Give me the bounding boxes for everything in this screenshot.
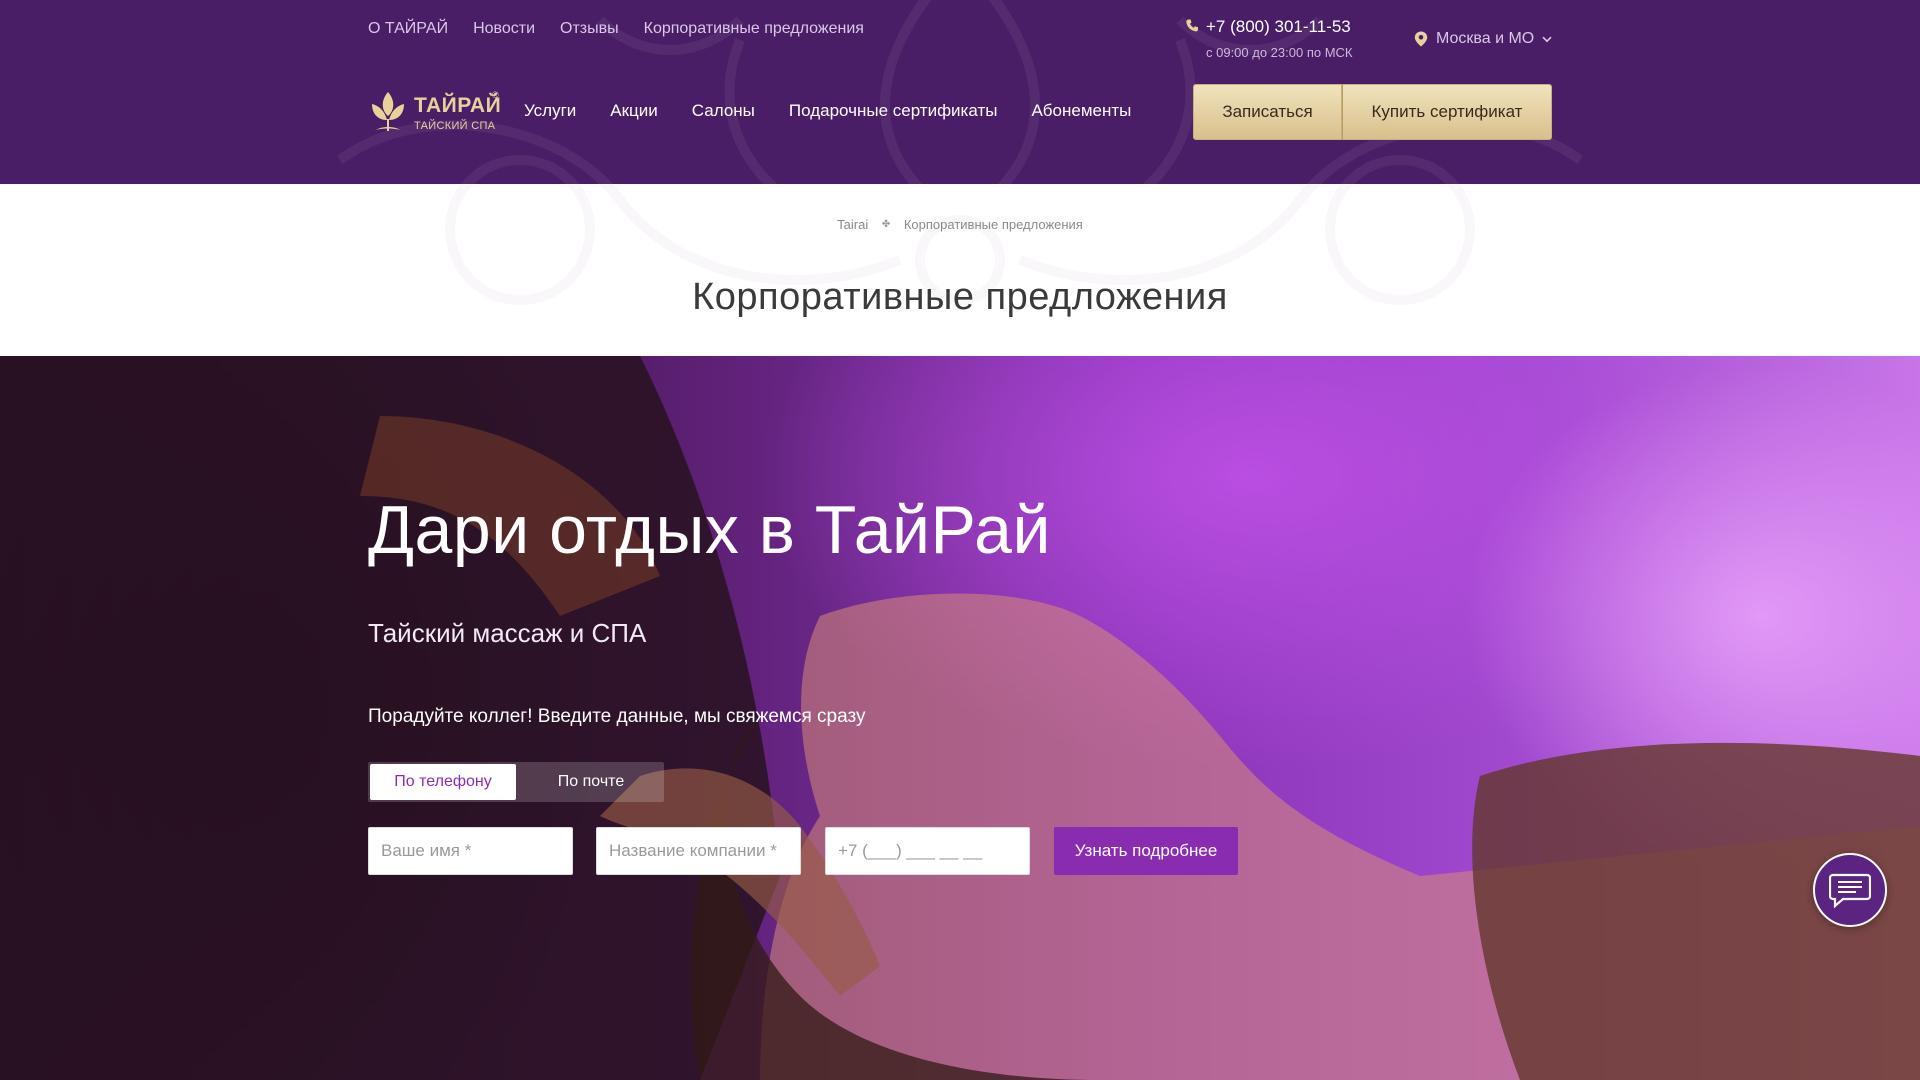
title-ornament-decoration <box>0 184 1920 356</box>
chat-bubble-icon <box>1829 873 1871 908</box>
buy-certificate-button[interactable]: Купить сертификат <box>1342 84 1552 140</box>
top-link-corporate[interactable]: Корпоративные предложения <box>644 20 864 38</box>
nav-promotions[interactable]: Акции <box>610 101 658 121</box>
city-label: Москва и МО <box>1436 30 1535 47</box>
header-ornament-decoration <box>337 0 1583 184</box>
location-pin-icon <box>1414 31 1428 47</box>
breadcrumb-home[interactable]: Tairai <box>837 217 868 232</box>
title-area: Tairai ✤ Корпоративные предложения Корпо… <box>0 184 1920 356</box>
hero-content: Дари отдых в ТайРай Тайский массаж и СПА… <box>368 356 1568 1080</box>
logo-name: ТАЙРАЙ <box>414 94 502 117</box>
logo-tagline: ТАЙСКИЙ СПА <box>414 120 496 132</box>
phone-number-link[interactable]: +7 (800) 301-11-53 <box>1206 17 1351 37</box>
contact-method-toggle: По телефону По почте <box>368 762 664 802</box>
hero-banner: Дари отдых в ТайРай Тайский массаж и СПА… <box>0 356 1920 1080</box>
top-links: О ТАЙРАЙ Новости Отзывы Корпоративные пр… <box>368 20 864 38</box>
main-nav: Услуги Акции Салоны Подарочные сертифика… <box>524 101 1131 121</box>
working-hours: с 09:00 до 23:00 по МСК <box>1206 45 1353 60</box>
site-header: О ТАЙРАЙ Новости Отзывы Корпоративные пр… <box>0 0 1920 184</box>
top-link-reviews[interactable]: Отзывы <box>560 20 619 38</box>
nav-gift-certificates[interactable]: Подарочные сертификаты <box>789 101 998 121</box>
nav-salons[interactable]: Салоны <box>692 101 755 121</box>
hero-lead-text: Порадуйте коллег! Введите данные, мы свя… <box>368 706 866 727</box>
hero-subtitle: Тайский массаж и СПА <box>368 618 647 648</box>
company-input[interactable] <box>596 827 801 875</box>
hero-title: Дари отдых в ТайРай <box>368 492 1051 568</box>
chat-button[interactable] <box>1813 853 1887 927</box>
breadcrumb-separator-icon: ✤ <box>881 219 891 231</box>
phone-icon <box>1186 19 1198 32</box>
phone-input[interactable] <box>825 827 1030 875</box>
page-title: Корпоративные предложения <box>692 276 1228 318</box>
breadcrumb-current: Корпоративные предложения <box>903 217 1083 233</box>
name-input[interactable] <box>368 827 573 875</box>
nav-services[interactable]: Услуги <box>524 101 576 121</box>
learn-more-button[interactable]: Узнать подробнее <box>1054 827 1238 875</box>
top-link-about[interactable]: О ТАЙРАЙ <box>368 20 448 38</box>
logo-registered-mark: ® <box>492 90 499 100</box>
top-link-news[interactable]: Новости <box>473 20 535 38</box>
toggle-by-phone[interactable]: По телефону <box>370 764 516 800</box>
nav-subscriptions[interactable]: Абонементы <box>1031 101 1131 121</box>
chevron-down-icon <box>1542 36 1552 42</box>
breadcrumb: Tairai ✤ Корпоративные предложения <box>0 216 1920 232</box>
city-selector[interactable]: Москва и МО <box>1414 30 1552 48</box>
book-button[interactable]: Записаться <box>1193 84 1342 140</box>
toggle-by-email[interactable]: По почте <box>518 762 664 802</box>
